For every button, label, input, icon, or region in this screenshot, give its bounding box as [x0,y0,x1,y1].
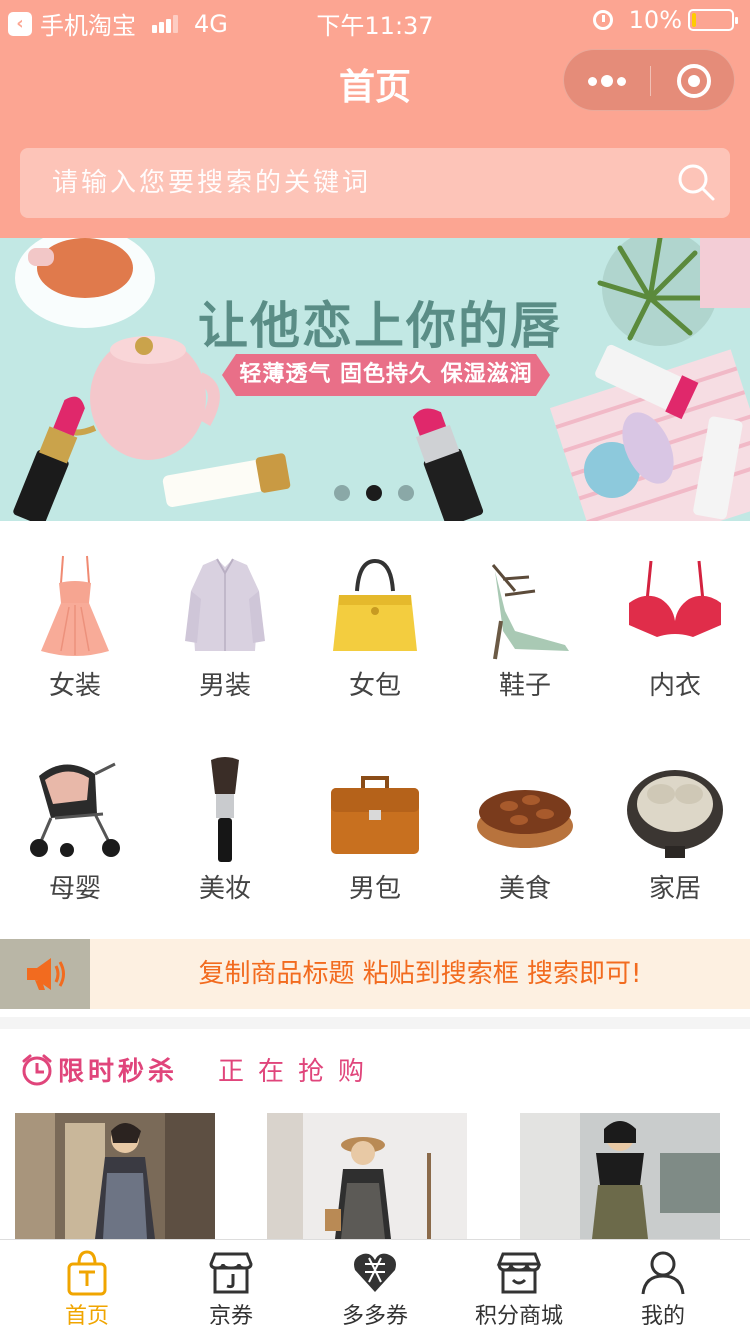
dress-icon [41,555,109,656]
product-image [15,1113,215,1239]
category-mother-baby[interactable]: 母婴 [0,724,150,924]
rattan-chair-icon [627,770,723,858]
carousel-indicator [334,485,430,501]
category-label: 男包 [348,874,401,904]
category-label: 女包 [348,671,401,701]
capsule-menu [563,49,735,111]
product-image [520,1113,720,1239]
flash-product-card[interactable] [520,1113,720,1239]
battery-level [692,13,696,27]
tab-home[interactable]: 首页 [12,1240,162,1334]
makeup-brush-icon [211,757,239,862]
tab-label: 首页 [64,1304,109,1329]
record-circle-icon[interactable] [677,64,711,98]
search-icon[interactable] [676,162,716,202]
flash-sale-subtitle: 正在抢购 [218,1057,379,1087]
notice-icon-box [0,939,90,1009]
category-men-clothing[interactable]: 男装 [150,521,300,721]
category-label: 男装 [198,671,251,701]
high-heel-icon [491,564,569,660]
carousel-dot-active[interactable] [366,485,382,501]
tab-profile[interactable]: 我的 [588,1240,738,1334]
category-label: 鞋子 [498,671,551,701]
category-label: 美食 [498,874,551,904]
banner-headline: 让他恋上你的唇 [198,297,562,355]
category-grid: 女装 男装 女包 鞋子 内衣 母婴 美妆 男包 美食 家居 [0,521,750,939]
nuts-icon [477,790,573,848]
shopping-bag-icon [67,1250,107,1296]
tab-label: 京券 [208,1304,253,1329]
category-label: 美妆 [198,874,251,904]
briefcase-icon [331,776,419,854]
section-divider [0,1017,750,1029]
category-shoes[interactable]: 鞋子 [450,521,600,721]
battery-percent: 10% [628,6,682,34]
carousel-dot[interactable] [334,485,350,501]
flash-product-card[interactable] [267,1113,467,1239]
tab-jd-coupons[interactable]: 京券 [156,1240,306,1334]
search-input[interactable] [52,148,652,218]
product-image [267,1113,467,1239]
flash-product-card[interactable] [15,1113,215,1239]
battery-icon [688,9,738,31]
clock-icon [22,1054,52,1085]
banner-ribbon: 轻薄透气 固色持久 保湿滋润 [222,354,550,396]
category-home[interactable]: 家居 [600,724,750,924]
alarm-icon [592,10,613,30]
category-women-bags[interactable]: 女包 [300,521,450,721]
tab-label: 积分商城 [474,1304,563,1329]
mini-program-home: ‹ 手机淘宝 4G 下午11:37 10% 首页 请输入您要搜索的关键词 让他恋… [0,0,750,1334]
category-underwear[interactable]: 内衣 [600,521,750,721]
category-label: 母婴 [48,874,101,904]
tab-label: 我的 [640,1304,685,1329]
category-women-clothing[interactable]: 女装 [0,521,150,721]
ellipsis-icon[interactable] [564,50,650,112]
handbag-icon [333,558,417,651]
status-right: 10% [592,6,738,34]
flash-sale-section: 限时秒杀 正在抢购 [0,1029,750,1239]
bra-icon [629,560,721,637]
promo-banner[interactable]: 让他恋上你的唇 轻薄透气 固色持久 保湿滋润 [0,238,750,521]
bottom-tab-bar: 首页 京券 多多券 积分商城 我的 [0,1239,750,1334]
flash-sale-header: 限时秒杀 正在抢购 [20,1051,378,1088]
category-food[interactable]: 美食 [450,724,600,924]
category-label: 女装 [48,671,101,701]
category-men-bags[interactable]: 男包 [300,724,450,924]
tab-points-mall[interactable]: 积分商城 [444,1240,594,1334]
tab-label: 多多券 [341,1304,408,1329]
flash-sale-title: 限时秒杀 [58,1057,179,1087]
carousel-dot[interactable] [398,485,414,501]
stroller-icon [30,762,120,857]
notice-bar: 复制商品标题 粘贴到搜索框 搜索即可! [0,939,750,1009]
category-label: 家居 [648,874,701,904]
category-makeup[interactable]: 美妆 [150,724,300,924]
notice-text: 复制商品标题 粘贴到搜索框 搜索即可! [198,959,642,989]
user-icon [641,1251,685,1295]
pdd-heart-icon [354,1253,396,1292]
shirt-icon [185,558,265,651]
tab-pdd-coupons[interactable]: 多多券 [300,1240,450,1334]
banner-subline: 轻薄透气 固色持久 保湿滋润 [239,362,533,387]
header: ‹ 手机淘宝 4G 下午11:37 10% 首页 [0,0,750,238]
jd-store-icon [209,1252,253,1294]
search-bar [20,148,730,218]
storefront-icon [496,1252,542,1294]
megaphone-icon [27,958,65,990]
category-label: 内衣 [648,671,701,701]
status-bar: ‹ 手机淘宝 4G 下午11:37 10% [0,0,750,40]
